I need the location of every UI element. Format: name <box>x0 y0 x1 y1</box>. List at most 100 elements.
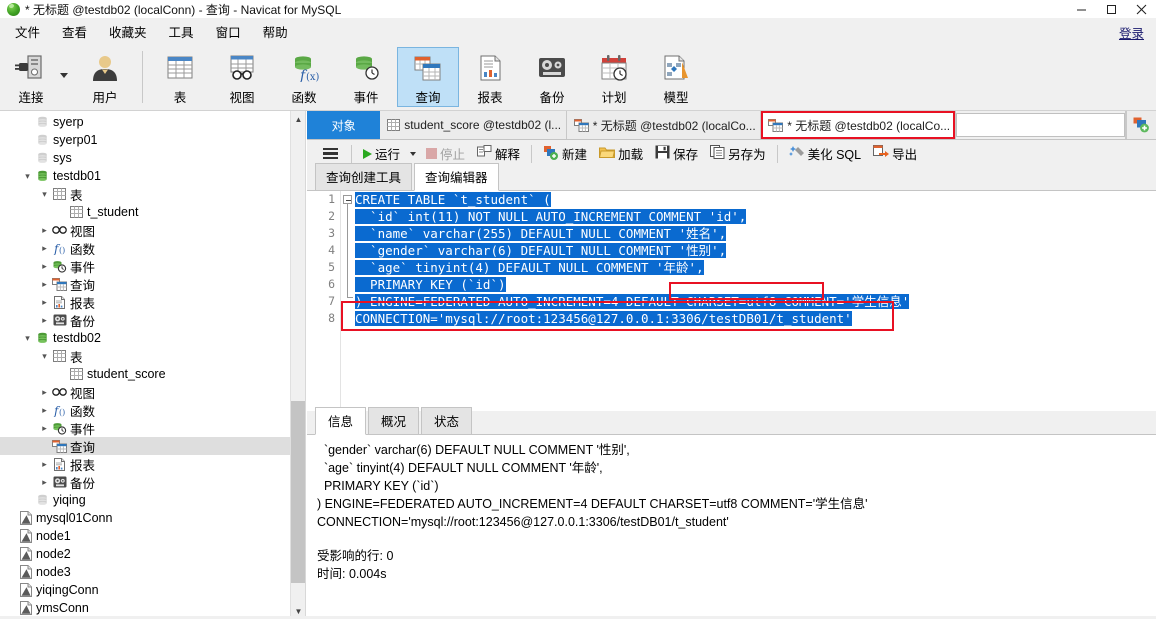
tree-node[interactable]: t_student <box>0 203 305 221</box>
menu-item-view[interactable]: 查看 <box>51 19 98 44</box>
tree-node[interactable]: ▸ f() 函数 <box>0 401 305 419</box>
tree-node[interactable]: ▸ 查询 <box>0 275 305 293</box>
tree-node[interactable]: sys <box>0 149 305 167</box>
tree-node[interactable]: ▸ 事件 <box>0 257 305 275</box>
line-number: 8 <box>328 311 335 325</box>
tree-node[interactable]: ▸ 报表 <box>0 293 305 311</box>
chevron-right-icon[interactable]: ▸ <box>38 297 51 308</box>
chevron-down-icon[interactable]: ▾ <box>38 351 51 362</box>
tab-status[interactable]: 状态 <box>421 407 473 434</box>
save-as-button[interactable]: 另存为 <box>704 142 772 165</box>
tree-node[interactable]: ▸ 备份 <box>0 473 305 491</box>
chevron-right-icon[interactable]: ▸ <box>38 387 51 398</box>
tree-node[interactable]: ▾ 表 <box>0 185 305 203</box>
tree-node[interactable]: syerp01 <box>0 131 305 149</box>
table-icon <box>68 206 85 218</box>
chevron-down-icon[interactable]: ▾ <box>21 171 34 182</box>
chevron-right-icon[interactable]: ▸ <box>38 315 51 326</box>
beautify-sql-button[interactable]: 美化 SQL <box>783 142 868 165</box>
tab-profile[interactable]: 概况 <box>368 407 420 434</box>
toolbar-button-query[interactable]: 查询 <box>397 47 459 107</box>
close-icon[interactable] <box>1126 0 1156 18</box>
tree-node[interactable]: syerp <box>0 113 305 131</box>
chevron-right-icon[interactable]: ▸ <box>38 459 51 470</box>
tree-node[interactable]: yiqingConn <box>0 581 305 599</box>
new-query-tab-icon[interactable] <box>1126 111 1156 139</box>
chevron-right-icon[interactable]: ▸ <box>38 225 51 236</box>
sidebar-scrollbar[interactable]: ▲ ▼ <box>290 111 305 619</box>
scrollbar-thumb[interactable] <box>291 401 305 583</box>
tree-node-label: 备份 <box>70 476 96 491</box>
explain-button[interactable]: 解释 <box>471 142 526 165</box>
tree-node[interactable]: ymsConn <box>0 599 305 617</box>
chevron-right-icon[interactable]: ▸ <box>38 261 51 272</box>
menu-item-window[interactable]: 窗口 <box>205 19 252 44</box>
chevron-right-icon[interactable]: ▸ <box>38 243 51 254</box>
new-button[interactable]: 新建 <box>537 142 593 165</box>
toolbar-button-schedule[interactable]: 计划 <box>583 47 645 107</box>
toolbar-button-table[interactable]: 表 <box>149 47 211 107</box>
tree-node[interactable]: 查询 <box>0 437 305 455</box>
login-link[interactable]: 登录 <box>1119 23 1144 42</box>
tree-node[interactable]: student_score <box>0 365 305 383</box>
tree-node[interactable]: mysql01Conn <box>0 509 305 527</box>
tree-node[interactable]: ▾ testdb01 <box>0 167 305 185</box>
toolbar-button-function[interactable]: f (x) 函数 <box>273 47 335 107</box>
tree-node[interactable]: node1 <box>0 527 305 545</box>
connection-file-icon <box>17 529 34 543</box>
export-button[interactable]: 导出 <box>867 142 923 165</box>
tree-node-label: yiqingConn <box>36 583 99 597</box>
menu-item-help[interactable]: 帮助 <box>252 19 299 44</box>
menu-item-tools[interactable]: 工具 <box>158 19 205 44</box>
tree-node[interactable]: ▾ testdb02 <box>0 329 305 347</box>
tab-query-editor[interactable]: 查询编辑器 <box>414 163 499 191</box>
menu-item-file[interactable]: 文件 <box>4 19 51 44</box>
tree-node[interactable]: ▸ 备份 <box>0 311 305 329</box>
chevron-down-icon[interactable]: ▾ <box>38 189 51 200</box>
tree-node[interactable]: ▸ 报表 <box>0 455 305 473</box>
sql-editor[interactable]: 1 2 3 4 5 6 7 8 CREATE TABLE `t_student` ( `id`… <box>307 191 1156 415</box>
editor-tab-0[interactable]: 对象 <box>307 111 381 139</box>
maximize-icon[interactable] <box>1096 0 1126 18</box>
chevron-down-icon[interactable]: ▾ <box>21 333 34 344</box>
editor-tab-2[interactable]: * 无标题 @testdb02 (localCo... <box>566 111 762 139</box>
toolbar-button-event[interactable]: 事件 <box>335 47 397 107</box>
tree-node[interactable]: ▸ 事件 <box>0 419 305 437</box>
database-green-icon <box>34 170 51 183</box>
tree-node[interactable]: ▸ 视图 <box>0 383 305 401</box>
tree-node[interactable]: node3 <box>0 563 305 581</box>
toolbar-button-report[interactable]: 报表 <box>459 47 521 107</box>
tree-node[interactable]: yiqing <box>0 491 305 509</box>
menu-item-favorites[interactable]: 收藏夹 <box>98 19 158 44</box>
editor-tab-3[interactable]: * 无标题 @testdb02 (localCo... <box>761 111 956 139</box>
database-gray-icon <box>34 494 51 507</box>
toolbar-button-view[interactable]: 视图 <box>211 47 273 107</box>
save-button[interactable]: 保存 <box>649 142 704 165</box>
toolbar-label-connection: 连接 <box>18 91 44 105</box>
chevron-right-icon[interactable]: ▸ <box>38 423 51 434</box>
load-button[interactable]: 加载 <box>593 142 649 165</box>
tree-node[interactable]: ▸ 视图 <box>0 221 305 239</box>
toolbar-button-user[interactable]: 用户 <box>74 47 136 107</box>
scroll-up-arrow-icon[interactable]: ▲ <box>291 111 305 127</box>
minimize-icon[interactable] <box>1066 0 1096 18</box>
tab-query-builder[interactable]: 查询创建工具 <box>315 163 413 190</box>
chevron-right-icon[interactable]: ▸ <box>38 477 51 488</box>
tree-node[interactable]: node2 <box>0 545 305 563</box>
chevron-right-icon[interactable]: ▸ <box>38 279 51 290</box>
chevron-down-icon[interactable] <box>60 73 68 78</box>
fold-toggle-icon[interactable] <box>343 195 352 204</box>
tree-node[interactable]: ▸ f() 函数 <box>0 239 305 257</box>
run-dropdown-chevron-down-icon[interactable] <box>410 151 417 156</box>
toolbar-button-model[interactable]: 模型 <box>645 47 707 107</box>
toolbar-button-backup[interactable]: 备份 <box>521 47 583 107</box>
tree-node[interactable]: ▾ 表 <box>0 347 305 365</box>
toolbar-button-connection[interactable]: 连接 <box>0 47 68 107</box>
chevron-right-icon[interactable]: ▸ <box>38 405 51 416</box>
table-icon <box>51 350 68 362</box>
tab-message[interactable]: 信息 <box>315 407 367 435</box>
hamburger-menu-icon[interactable] <box>315 147 346 160</box>
sql-code-area[interactable]: CREATE TABLE `t_student` ( `id` int(11) … <box>355 191 1156 327</box>
run-button[interactable]: 运行 <box>357 142 406 165</box>
editor-tab-1[interactable]: student_score @testdb02 (l... <box>380 111 567 139</box>
